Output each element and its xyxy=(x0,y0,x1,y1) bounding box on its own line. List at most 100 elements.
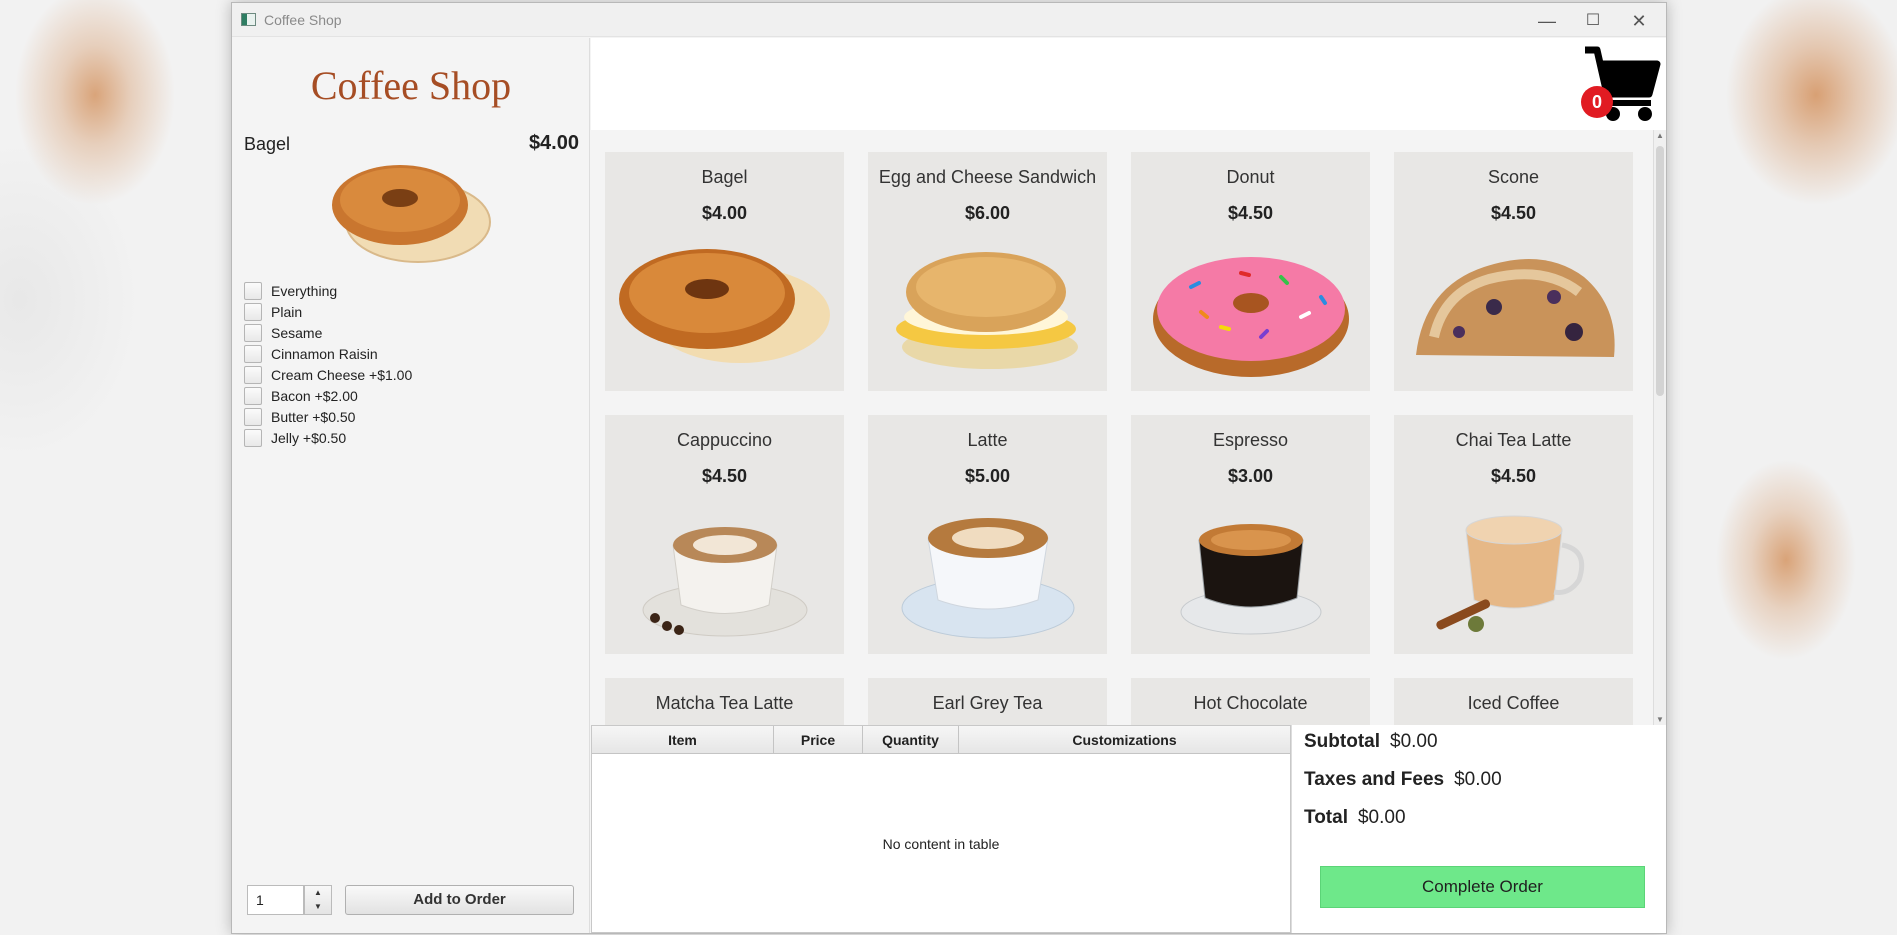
cart-count-badge: 0 xyxy=(1581,86,1613,118)
menu-item-name: Matcha Tea Latte xyxy=(655,693,794,713)
close-button[interactable]: ✕ xyxy=(1616,5,1662,37)
menu-item-hot-chocolate[interactable]: Hot Chocolate xyxy=(1131,678,1370,725)
subtotal-label: Subtotal xyxy=(1304,731,1380,752)
table-header: Item Price Quantity Customizations xyxy=(592,726,1290,754)
total-label: Total xyxy=(1304,807,1348,828)
maximize-button[interactable]: ☐ xyxy=(1570,5,1616,37)
column-header-quantity[interactable]: Quantity xyxy=(863,726,959,753)
add-to-order-button[interactable]: Add to Order xyxy=(345,885,574,915)
menu-item-name: Egg and Cheese Sandwich xyxy=(878,167,1097,187)
customization-options: Everything Plain Sesame Cinnamon Raisin … xyxy=(244,280,412,448)
cart-button[interactable]: 0 xyxy=(1581,46,1661,124)
option-cinnamon-raisin[interactable]: Cinnamon Raisin xyxy=(244,343,412,364)
menu-item-price: $4.50 xyxy=(1490,466,1537,486)
espresso-image xyxy=(1180,524,1322,635)
menu-item-name: Bagel xyxy=(701,167,748,187)
menu-item-name: Espresso xyxy=(1212,430,1289,450)
subtotal-value: $0.00 xyxy=(1390,731,1438,752)
selected-item-price: $4.00 xyxy=(528,132,579,154)
menu-item-scone[interactable]: Scone $4.50 xyxy=(1394,152,1633,391)
option-label: Plain xyxy=(271,303,303,320)
scroll-up-arrow-icon[interactable]: ▲ xyxy=(1656,131,1664,140)
option-plain[interactable]: Plain xyxy=(244,301,412,322)
scroll-down-arrow-icon[interactable]: ▼ xyxy=(1656,715,1664,724)
menu-item-name: Latte xyxy=(967,430,1008,450)
option-butter[interactable]: Butter +$0.50 xyxy=(244,406,412,427)
desktop-background-right xyxy=(1666,0,1897,935)
title-bar[interactable]: Coffee Shop — ☐ ✕ xyxy=(232,3,1666,37)
option-everything[interactable]: Everything xyxy=(244,280,412,301)
option-label: Everything xyxy=(271,282,338,299)
menu-item-price: $6.00 xyxy=(964,203,1011,223)
column-header-price[interactable]: Price xyxy=(774,726,863,753)
chai-tea-latte-image xyxy=(1436,515,1585,632)
decrement-arrow-icon[interactable]: ▼ xyxy=(305,900,331,914)
column-header-customizations[interactable]: Customizations xyxy=(959,726,1290,753)
scone-image xyxy=(1416,259,1615,357)
sandwich-image xyxy=(896,252,1078,369)
item-detail-panel: Coffee Shop Bagel $4.00 Everything Plain… xyxy=(232,38,590,933)
selected-item-name: Bagel xyxy=(244,134,291,154)
menu-item-bagel[interactable]: Bagel $4.00 xyxy=(605,152,844,391)
checkbox[interactable] xyxy=(244,365,262,384)
desktop-background-left xyxy=(0,0,231,935)
checkbox[interactable] xyxy=(244,281,262,300)
menu-item-donut[interactable]: Donut $4.50 xyxy=(1131,152,1370,391)
menu-item-chai-tea-latte[interactable]: Chai Tea Latte $4.50 xyxy=(1394,415,1633,654)
option-label: Cream Cheese +$1.00 xyxy=(271,366,413,383)
app-icon xyxy=(241,13,256,26)
minimize-button[interactable]: — xyxy=(1524,5,1570,37)
increment-arrow-icon[interactable]: ▲ xyxy=(305,886,331,900)
scrollbar-thumb[interactable] xyxy=(1656,146,1664,396)
menu-item-iced-coffee[interactable]: Iced Coffee xyxy=(1394,678,1633,725)
option-sesame[interactable]: Sesame xyxy=(244,322,412,343)
option-jelly[interactable]: Jelly +$0.50 xyxy=(244,427,412,448)
app-window: Coffee Shop — ☐ ✕ Coffee Shop Bagel $4.0… xyxy=(231,2,1667,934)
option-label: Cinnamon Raisin xyxy=(271,345,378,362)
menu-item-name: Cappuccino xyxy=(676,430,773,450)
menu-item-price: $3.00 xyxy=(1227,466,1274,486)
menu-item-name: Chai Tea Latte xyxy=(1455,430,1572,450)
menu-item-espresso[interactable]: Espresso $3.00 xyxy=(1131,415,1370,654)
taxes-value: $0.00 xyxy=(1454,769,1502,790)
checkbox[interactable] xyxy=(244,428,262,447)
checkbox[interactable] xyxy=(244,302,262,321)
quantity-stepper[interactable]: ▲ ▼ xyxy=(304,885,332,915)
empty-table-message: No content in table xyxy=(882,836,1000,852)
subtotal-row: Subtotal $0.00 xyxy=(1304,731,1438,753)
menu-item-name: Donut xyxy=(1226,167,1275,187)
menu-grid: Bagel $4.00 Egg and Cheese Sandwich $6.0… xyxy=(591,130,1653,725)
latte-image xyxy=(901,518,1075,639)
menu-item-name: Hot Chocolate xyxy=(1193,693,1308,713)
window-title: Coffee Shop xyxy=(264,12,342,28)
donut-image xyxy=(1153,257,1349,377)
order-table[interactable]: Item Price Quantity Customizations No co… xyxy=(591,725,1291,933)
menu-item-cappuccino[interactable]: Cappuccino $4.50 xyxy=(605,415,844,654)
checkbox[interactable] xyxy=(244,407,262,426)
menu-item-egg-and-cheese-sandwich[interactable]: Egg and Cheese Sandwich $6.00 xyxy=(868,152,1107,391)
total-row: Total $0.00 xyxy=(1304,807,1406,829)
option-label: Sesame xyxy=(271,324,323,341)
menu-scrollbar[interactable]: ▲ ▼ xyxy=(1653,130,1666,725)
menu-item-matcha-tea-latte[interactable]: Matcha Tea Latte xyxy=(605,678,844,725)
header-bar: 0 xyxy=(591,38,1666,130)
complete-order-button[interactable]: Complete Order xyxy=(1320,866,1645,908)
quantity-input[interactable]: 1 xyxy=(247,885,304,915)
menu-item-price: $5.00 xyxy=(964,466,1011,486)
total-value: $0.00 xyxy=(1357,807,1406,828)
checkbox[interactable] xyxy=(244,386,262,405)
option-bacon[interactable]: Bacon +$2.00 xyxy=(244,385,412,406)
menu-item-name: Earl Grey Tea xyxy=(932,693,1043,713)
totals-panel: Subtotal $0.00 Taxes and Fees $0.00 Total $… xyxy=(1291,725,1666,933)
column-header-item[interactable]: Item xyxy=(592,726,774,753)
menu-item-price: $4.50 xyxy=(1490,203,1537,223)
cappuccino-image xyxy=(642,527,808,637)
menu-item-latte[interactable]: Latte $5.00 xyxy=(868,415,1107,654)
option-label: Butter +$0.50 xyxy=(271,408,356,425)
selected-item-image xyxy=(332,165,491,263)
checkbox[interactable] xyxy=(244,323,262,342)
option-cream-cheese[interactable]: Cream Cheese +$1.00 xyxy=(244,364,412,385)
menu-item-earl-grey-tea[interactable]: Earl Grey Tea xyxy=(868,678,1107,725)
checkbox[interactable] xyxy=(244,344,262,363)
taxes-row: Taxes and Fees $0.00 xyxy=(1304,769,1502,791)
